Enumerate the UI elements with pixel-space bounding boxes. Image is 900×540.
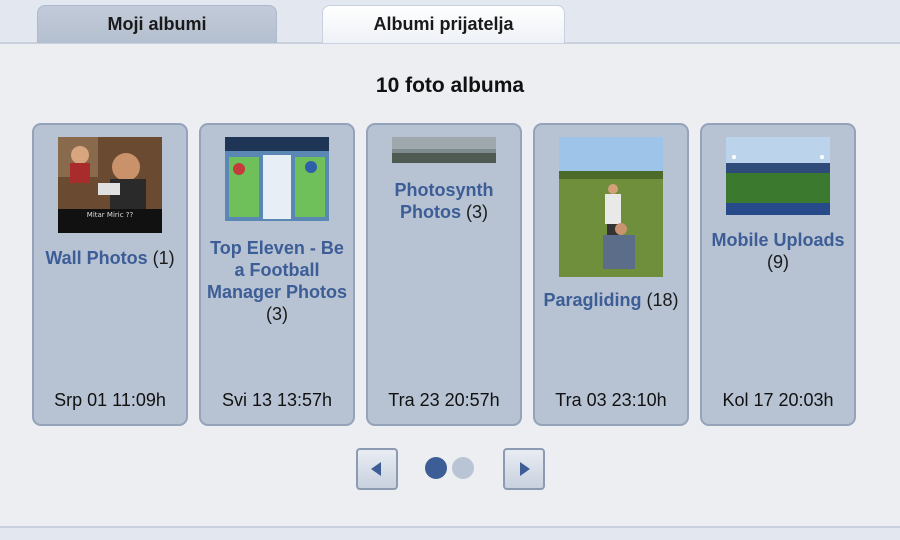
album-photo-count: (3) bbox=[466, 202, 488, 222]
page-dot-2[interactable] bbox=[452, 457, 474, 479]
album-date: Svi 13 13:57h bbox=[221, 390, 333, 410]
album-date: Srp 01 11:09h bbox=[54, 390, 166, 410]
album-date: Tra 03 23:10h bbox=[555, 390, 667, 410]
page-dot-1[interactable] bbox=[425, 457, 447, 479]
album-thumbnail[interactable] bbox=[392, 137, 496, 163]
thumbnail-caption: Mitar Miric ?? bbox=[86, 211, 134, 219]
album-date: Tra 23 20:57h bbox=[388, 390, 500, 410]
album-name-link[interactable]: Paragliding bbox=[543, 290, 641, 310]
album-photo-count: (1) bbox=[152, 248, 175, 268]
album-card-top-eleven[interactable]: Top Eleven - Be a Football Manager Photo… bbox=[199, 123, 355, 426]
album-title: Paragliding (18) bbox=[539, 289, 683, 311]
album-name-link[interactable]: Wall Photos bbox=[45, 248, 147, 268]
album-card-paragliding[interactable]: Paragliding (18) Tra 03 23:10h bbox=[533, 123, 689, 426]
album-title: Mobile Uploads (9) bbox=[706, 229, 850, 273]
album-title: Top Eleven - Be a Football Manager Photo… bbox=[205, 237, 349, 325]
album-card-photosynth[interactable]: Photosynth Photos (3) Tra 23 20:57h bbox=[366, 123, 522, 426]
album-photo-count: (3) bbox=[266, 304, 288, 324]
tab-friends-albums[interactable]: Albumi prijatelja bbox=[322, 5, 565, 43]
right-arrow-icon bbox=[520, 462, 530, 476]
album-title: Photosynth Photos (3) bbox=[372, 179, 516, 223]
album-count-heading: 10 foto albuma bbox=[375, 74, 525, 97]
album-card-mobile-uploads[interactable]: Mobile Uploads (9) Kol 17 20:03h bbox=[700, 123, 856, 426]
tab-my-albums[interactable]: Moji albumi bbox=[37, 5, 277, 43]
bottom-border bbox=[0, 526, 900, 540]
album-title: Wall Photos (1) bbox=[38, 247, 182, 269]
album-card-wall-photos[interactable]: Mitar Miric ?? Wall Photos (1) Srp 01 11… bbox=[32, 123, 188, 426]
album-name-link[interactable]: Top Eleven - Be a Football Manager Photo… bbox=[207, 238, 347, 302]
tab-bar: Moji albumi Albumi prijatelja bbox=[0, 0, 900, 44]
album-thumbnail[interactable] bbox=[225, 137, 329, 221]
album-thumbnail[interactable] bbox=[559, 137, 663, 277]
album-date: Kol 17 20:03h bbox=[722, 390, 834, 410]
album-photo-count: (18) bbox=[646, 290, 679, 310]
previous-page-button[interactable] bbox=[356, 448, 398, 490]
album-photo-count: (9) bbox=[767, 252, 789, 272]
album-thumbnail[interactable] bbox=[726, 137, 830, 215]
album-name-link[interactable]: Mobile Uploads bbox=[711, 230, 844, 250]
left-arrow-icon bbox=[371, 462, 381, 476]
next-page-button[interactable] bbox=[503, 448, 545, 490]
album-thumbnail[interactable]: Mitar Miric ?? bbox=[58, 137, 162, 233]
